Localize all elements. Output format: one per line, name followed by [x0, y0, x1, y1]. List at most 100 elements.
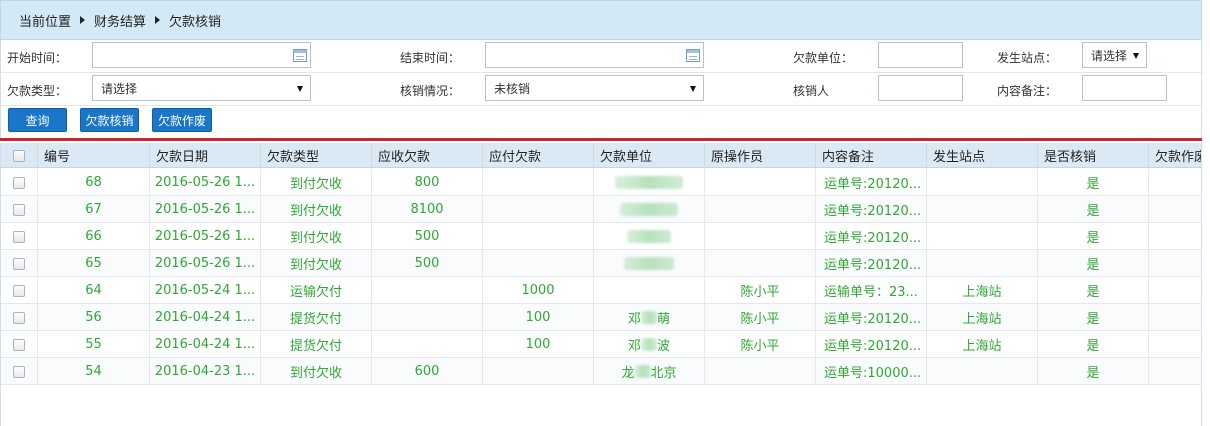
writeoff-person-label: 核销人 — [793, 84, 830, 98]
cell-payable: 1000 — [483, 277, 594, 304]
cell-void — [1149, 169, 1201, 196]
debt-type-label: 欠款类型： — [7, 84, 68, 98]
query-button[interactable]: 查询 — [8, 108, 67, 132]
redacted-block — [620, 203, 678, 216]
breadcrumb: 当前位置 财务结算 欠款核销 — [0, 0, 1202, 40]
row-checkbox[interactable] — [13, 257, 25, 270]
cell-receivable: 8100 — [372, 196, 483, 223]
writeoff-person-input[interactable] — [878, 75, 963, 101]
chevron-down-icon — [297, 86, 303, 92]
cell-id: 55 — [38, 331, 150, 358]
divider — [0, 138, 1202, 141]
debt-type-select[interactable]: 请选择 — [92, 75, 311, 101]
cell-id: 67 — [38, 196, 150, 223]
cell-written-off: 是 — [1038, 304, 1149, 331]
cell-site — [927, 196, 1038, 223]
start-time-label: 开始时间： — [7, 51, 68, 65]
table-row[interactable]: 64 2016-05-24 1... 运输欠付 1000 陈小平 运输单号：23... 上海… — [1, 277, 1201, 304]
row-select-cell — [1, 250, 38, 277]
select-all-cell — [1, 143, 38, 168]
row-checkbox[interactable] — [13, 311, 25, 324]
cell-receivable: 800 — [372, 169, 483, 196]
cell-date: 2016-05-26 1... — [150, 223, 261, 250]
row-checkbox[interactable] — [13, 230, 25, 243]
cell-unit — [594, 277, 705, 304]
table-row[interactable]: 66 2016-05-26 1... 到付欠收 500 运单号:20120... 是 — [1, 223, 1201, 250]
calendar-icon[interactable] — [686, 49, 700, 62]
chevron-right-icon — [155, 16, 161, 24]
column-header[interactable]: 编号 — [38, 143, 150, 168]
column-header[interactable]: 欠款日期 — [150, 143, 261, 168]
cell-receivable: 500 — [372, 223, 483, 250]
cell-id: 54 — [38, 358, 150, 385]
column-header[interactable]: 是否核销 — [1038, 143, 1149, 168]
calendar-icon[interactable] — [293, 49, 307, 62]
table-row[interactable]: 55 2016-04-24 1... 提货欠付 100 邓波陈小平 运单号:20120..… — [1, 331, 1201, 358]
cell-written-off: 是 — [1038, 223, 1149, 250]
cell-date: 2016-04-23 1... — [150, 358, 261, 385]
breadcrumb-item-writeoff: 欠款核销 — [169, 14, 222, 30]
cell-site: 上海站 — [927, 304, 1038, 331]
row-checkbox[interactable] — [13, 203, 25, 216]
remark-input[interactable] — [1082, 75, 1167, 101]
cell-receivable — [372, 331, 483, 358]
cell-unit-text: 邓 — [627, 339, 641, 354]
breadcrumb-item-finance[interactable]: 财务结算 — [94, 11, 146, 30]
table-row[interactable]: 54 2016-04-23 1... 到付欠收 600 龙北京 运单号:10000... 是 — [1, 358, 1201, 385]
cell-void — [1149, 196, 1201, 223]
debtor-input[interactable] — [878, 42, 963, 68]
cell-site — [927, 223, 1038, 250]
cell-type: 提货欠付 — [261, 304, 372, 331]
void-button[interactable]: 欠款作废 — [152, 108, 212, 132]
table-row[interactable]: 65 2016-05-26 1... 到付欠收 500 运单号:20120... 是 — [1, 250, 1201, 277]
cell-payable: 100 — [483, 331, 594, 358]
column-header[interactable]: 应付欠款 — [483, 143, 594, 168]
column-header[interactable]: 原操作员 — [705, 143, 816, 168]
row-checkbox[interactable] — [13, 176, 25, 189]
cell-written-off: 是 — [1038, 250, 1149, 277]
row-checkbox[interactable] — [13, 365, 25, 378]
cell-site: 上海站 — [927, 331, 1038, 358]
column-header[interactable]: 发生站点 — [927, 143, 1038, 168]
end-time-input[interactable] — [485, 42, 704, 68]
cell-unit: 龙北京 — [594, 358, 705, 385]
cell-payable — [483, 169, 594, 196]
cell-date: 2016-05-26 1... — [150, 250, 261, 277]
site-label: 发生站点： — [997, 51, 1058, 65]
writeoff-status-select[interactable]: 未核销 — [485, 75, 704, 101]
row-select-cell — [1, 277, 38, 304]
cell-operator — [705, 250, 816, 277]
column-header[interactable]: 欠款单位 — [594, 143, 705, 168]
site-select[interactable]: 请选择 — [1082, 42, 1147, 68]
column-header[interactable]: 应收欠款 — [372, 143, 483, 168]
select-all-checkbox[interactable] — [13, 149, 25, 162]
cell-date: 2016-04-24 1... — [150, 331, 261, 358]
writeoff-button[interactable]: 欠款核销 — [80, 108, 139, 132]
row-checkbox[interactable] — [13, 284, 25, 297]
cell-operator — [705, 223, 816, 250]
cell-void — [1149, 304, 1201, 331]
column-header[interactable]: 内容备注 — [816, 143, 927, 168]
start-time-input[interactable] — [92, 42, 311, 68]
cell-unit-text: 萌 — [657, 312, 671, 327]
table-row[interactable]: 68 2016-05-26 1... 到付欠收 800 运单号:20120... 是 — [1, 169, 1201, 196]
chevron-down-icon — [1133, 53, 1139, 59]
cell-unit-text: 波 — [657, 339, 671, 354]
cell-type: 到付欠收 — [261, 250, 372, 277]
cell-type: 到付欠收 — [261, 223, 372, 250]
cell-void — [1149, 358, 1201, 385]
cell-written-off: 是 — [1038, 277, 1149, 304]
cell-written-off: 是 — [1038, 358, 1149, 385]
filter-row: 开始时间： 结束时间： 欠款单位： 发生站点： 请选择 — [1, 40, 1203, 73]
site-select-value: 请选择 — [1091, 48, 1128, 63]
column-header[interactable]: 欠款类型 — [261, 143, 372, 168]
cell-date: 2016-05-24 1... — [150, 277, 261, 304]
row-select-cell — [1, 223, 38, 250]
row-checkbox[interactable] — [13, 338, 25, 351]
toolbar: 查询 欠款核销 欠款作废 — [0, 106, 1202, 138]
column-header[interactable]: 欠款作废 — [1149, 143, 1201, 168]
debt-type-select-value: 请选择 — [101, 81, 138, 96]
cell-unit-text: 龙 — [621, 366, 635, 381]
table-row[interactable]: 56 2016-04-24 1... 提货欠付 100 邓萌陈小平 运单号:20120..… — [1, 304, 1201, 331]
table-row[interactable]: 67 2016-05-26 1... 到付欠收 8100 运单号:20120... 是 — [1, 196, 1201, 223]
